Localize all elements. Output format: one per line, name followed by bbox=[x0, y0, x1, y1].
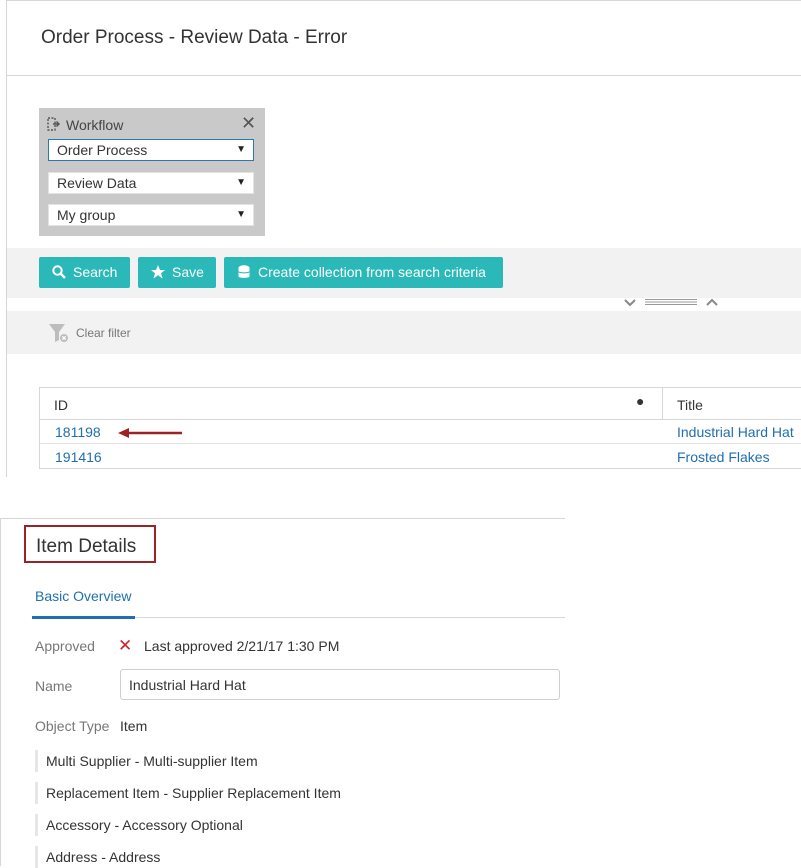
row-id-link[interactable]: 181198 bbox=[55, 424, 101, 440]
row-title-link[interactable]: Industrial Hard Hat bbox=[677, 424, 794, 440]
database-icon bbox=[238, 265, 250, 278]
approved-label: Approved bbox=[35, 638, 95, 654]
row-title-link[interactable]: Frosted Flakes bbox=[677, 449, 770, 465]
reference-item-label: Accessory - Accessory Optional bbox=[46, 817, 243, 833]
workflow-label: Workflow bbox=[66, 117, 124, 133]
highlight-box: Item Details bbox=[24, 525, 156, 563]
column-divider[interactable] bbox=[662, 388, 663, 420]
annotation-arrow-icon bbox=[118, 428, 182, 438]
column-header-id[interactable]: ID bbox=[54, 397, 68, 413]
create-collection-button-label: Create collection from search criteria bbox=[258, 264, 486, 280]
group-select-value: My group bbox=[57, 207, 116, 223]
table-header: ID ● Title bbox=[40, 388, 801, 420]
divider bbox=[7, 75, 801, 76]
reference-item[interactable]: Replacement Item - Supplier Replacement … bbox=[35, 782, 565, 804]
row-id-link[interactable]: 191416 bbox=[55, 449, 102, 465]
reference-item-label: Multi Supplier - Multi-supplier Item bbox=[46, 753, 258, 769]
item-details-title: Item Details bbox=[36, 536, 137, 557]
clear-filter-button[interactable]: Clear filter bbox=[47, 322, 157, 344]
clear-filter-label: Clear filter bbox=[76, 326, 131, 340]
tab-active-indicator bbox=[32, 616, 135, 619]
workflow-select-value: Order Process bbox=[57, 142, 148, 158]
name-label: Name bbox=[35, 678, 73, 694]
group-select[interactable]: My group ▼ bbox=[48, 204, 254, 226]
table-row[interactable]: 191416 Frosted Flakes bbox=[40, 445, 801, 469]
tab-basic-overview[interactable]: Basic Overview bbox=[35, 588, 131, 604]
column-header-title[interactable]: Title bbox=[677, 397, 703, 413]
reference-item[interactable]: Accessory - Accessory Optional bbox=[35, 814, 565, 836]
filter-bar: Clear filter bbox=[7, 311, 801, 354]
not-approved-icon: ✕ bbox=[118, 636, 133, 655]
workflow-select[interactable]: Order Process ▼ bbox=[48, 139, 254, 161]
search-button[interactable]: Search bbox=[39, 257, 130, 288]
reference-item[interactable]: Address - Address bbox=[35, 846, 565, 868]
reference-item[interactable]: Multi Supplier - Multi-supplier Item bbox=[35, 750, 565, 772]
divider bbox=[0, 518, 1, 866]
save-button-label: Save bbox=[172, 264, 204, 280]
search-icon bbox=[52, 265, 66, 279]
panel-splitter[interactable] bbox=[623, 297, 723, 309]
reference-item-label: Replacement Item - Supplier Replacement … bbox=[46, 785, 341, 801]
caret-down-icon: ▼ bbox=[236, 209, 246, 220]
state-select[interactable]: Review Data ▼ bbox=[48, 172, 254, 194]
create-collection-button[interactable]: Create collection from search criteria bbox=[224, 257, 503, 288]
workflow-panel: Workflow ✕ Order Process ▼ Review Data ▼… bbox=[39, 108, 265, 236]
sort-indicator-icon[interactable]: ● bbox=[636, 393, 644, 409]
star-icon bbox=[151, 265, 165, 279]
caret-down-icon: ▼ bbox=[236, 144, 246, 155]
search-button-label: Search bbox=[73, 264, 118, 280]
clear-filter-icon bbox=[49, 324, 68, 342]
object-type-value: Item bbox=[120, 718, 148, 734]
approved-status: Last approved 2/21/17 1:30 PM bbox=[144, 638, 340, 654]
workflow-icon bbox=[47, 117, 61, 131]
caret-down-icon: ▼ bbox=[236, 177, 246, 188]
object-type-label: Object Type bbox=[35, 718, 110, 734]
search-panel: Order Process - Review Data - Error Work… bbox=[6, 0, 801, 477]
save-button[interactable]: Save bbox=[138, 257, 216, 288]
page-title: Order Process - Review Data - Error bbox=[41, 27, 348, 48]
reference-item-label: Address - Address bbox=[46, 849, 161, 865]
state-select-value: Review Data bbox=[57, 175, 137, 191]
toolbar: Search Save Create collection from searc… bbox=[7, 248, 801, 298]
close-icon[interactable]: ✕ bbox=[241, 113, 256, 134]
name-input[interactable] bbox=[120, 669, 560, 700]
